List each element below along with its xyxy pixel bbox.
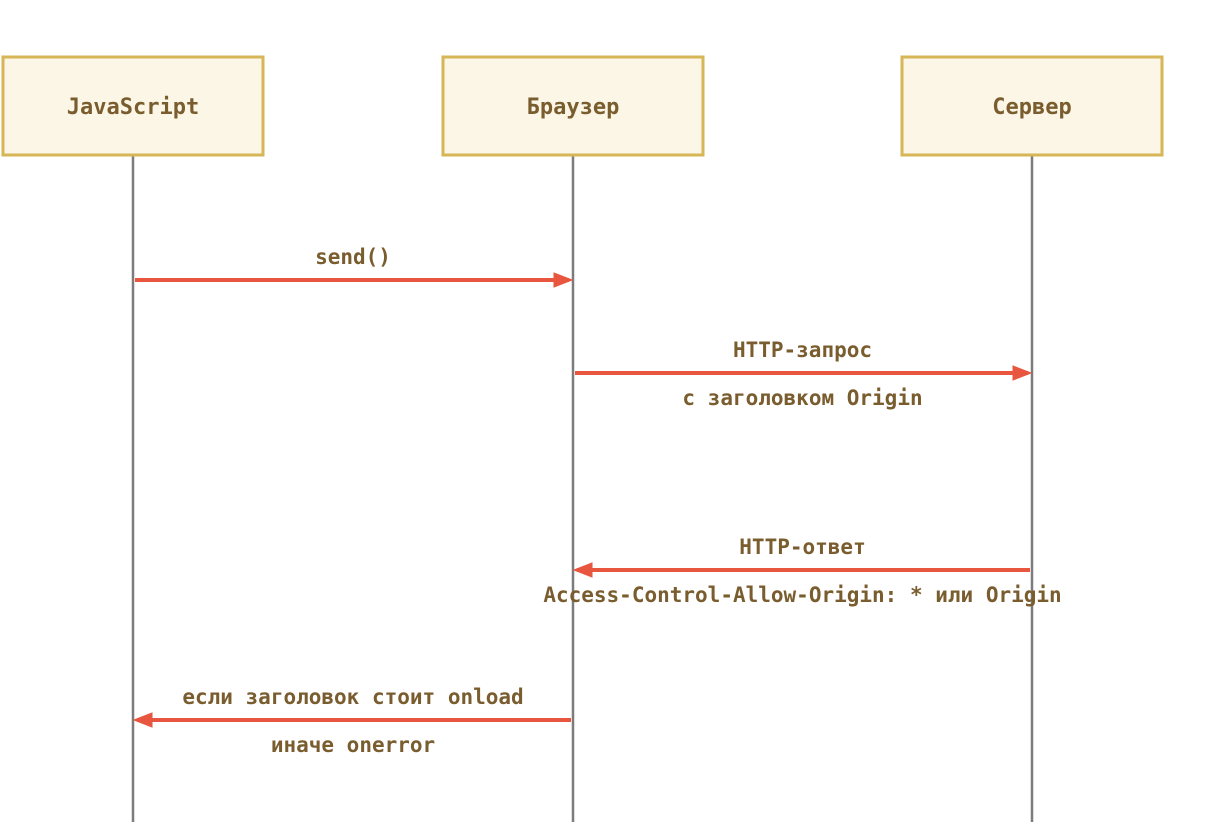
message-sublabel: иначе onerror — [271, 733, 435, 757]
message-label: если заголовок стоит onload — [182, 685, 523, 709]
participant-label: Браузер — [527, 95, 620, 120]
participant-browser: Браузер — [443, 57, 703, 155]
participant-label: Сервер — [992, 95, 1071, 120]
message-label: HTTP-ответ — [739, 535, 865, 559]
message-label: HTTP-запрос — [733, 338, 872, 362]
message-arrow: send() — [135, 245, 572, 287]
message-arrow: HTTP-ответ Access-Control-Allow-Origin: *… — [543, 535, 1061, 607]
message-sublabel: Access-Control-Allow-Origin: * или Origi… — [543, 583, 1061, 607]
participant-server: Сервер — [902, 57, 1162, 155]
message-label: send() — [315, 245, 391, 269]
participant-label: JavaScript — [67, 95, 199, 120]
message-arrow: HTTP-запрос с заголовком Origin — [575, 338, 1031, 410]
sequence-diagram: JavaScript Браузер Сервер send() HTTP-запрос… — [0, 0, 1220, 822]
message-sublabel: с заголовком Origin — [682, 386, 922, 410]
participant-js: JavaScript — [3, 57, 263, 155]
message-arrow: если заголовок стоит onload иначе onerror — [134, 685, 571, 757]
